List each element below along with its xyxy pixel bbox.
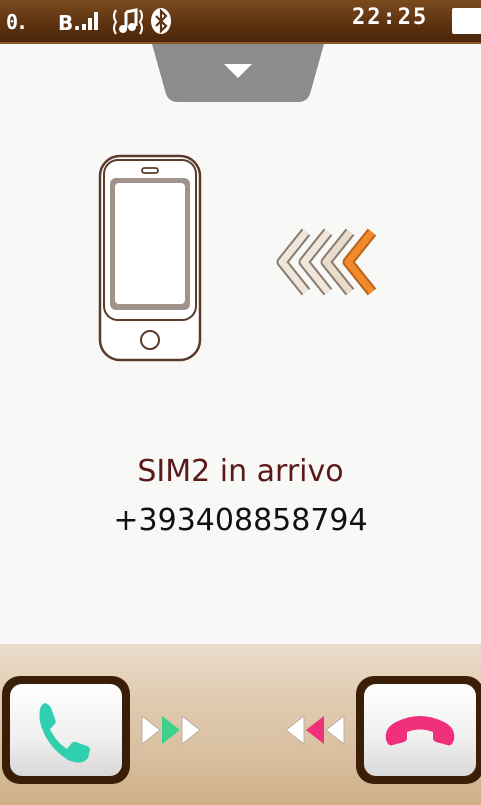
- sim1-signal-icon: 0.: [6, 10, 28, 34]
- accept-call-button[interactable]: [2, 676, 130, 784]
- notification-pulldown-handle[interactable]: [152, 44, 324, 104]
- reject-call-button[interactable]: [356, 676, 481, 784]
- incoming-call-label: SIM2 in arrivo: [137, 454, 344, 489]
- music-note-icon: [112, 6, 146, 42]
- incoming-arrows-icon: [276, 228, 377, 302]
- bluetooth-icon: [150, 6, 172, 42]
- phone-answer-icon: [39, 703, 90, 763]
- clock-time: 22:25: [352, 5, 429, 30]
- phone-hangup-icon: [385, 716, 455, 746]
- slide-right-arrows-icon: [140, 712, 210, 752]
- phone-illustration: [98, 154, 202, 366]
- svg-text:B.: B.: [58, 11, 81, 34]
- caller-number: +393408858794: [113, 503, 368, 538]
- slide-left-arrows-icon: [282, 712, 352, 752]
- battery-icon: [452, 8, 481, 34]
- status-bar: 0. B. 22:25: [0, 0, 481, 44]
- sim2-signal-icon: B.: [58, 8, 102, 38]
